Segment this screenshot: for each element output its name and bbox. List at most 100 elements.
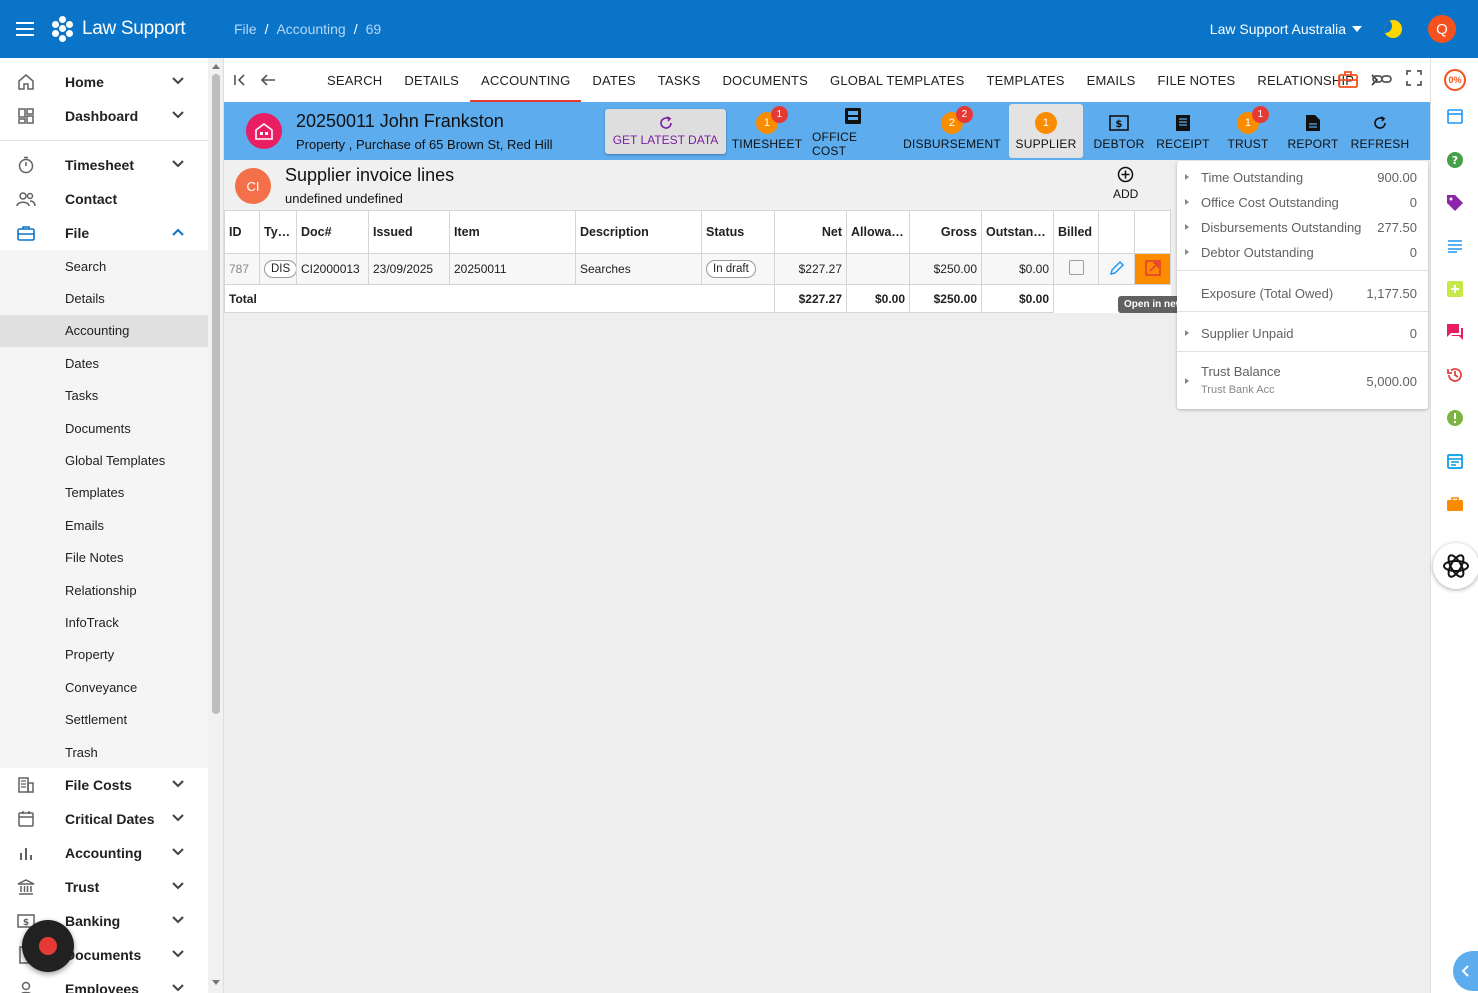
office-cost-button[interactable]: OFFICE COST xyxy=(812,102,894,160)
tab-tasks[interactable]: TASKS xyxy=(647,58,712,102)
summary-supplier-unpaid[interactable]: Supplier Unpaid 0 xyxy=(1177,324,1428,342)
submenu-accounting[interactable]: Accounting xyxy=(0,314,208,348)
submenu-conveyance[interactable]: Conveyance xyxy=(0,671,208,703)
menu-icon[interactable] xyxy=(0,22,50,36)
add-button[interactable]: ADD xyxy=(1113,166,1138,201)
column-header-outstanding[interactable]: Outstand... xyxy=(981,210,1054,254)
add-note-icon[interactable] xyxy=(1445,279,1465,299)
column-header-gross[interactable]: Gross xyxy=(909,210,982,254)
tab-accounting[interactable]: ACCOUNTING xyxy=(470,58,582,102)
alert-badge-icon[interactable] xyxy=(1445,408,1465,428)
collapse-rail-button[interactable] xyxy=(1453,951,1478,991)
summary-trust-balance[interactable]: Trust Balance Trust Bank Acc 5,000.00 xyxy=(1177,363,1428,399)
get-latest-data-button[interactable]: GET LATEST DATA xyxy=(605,109,726,154)
summary-disbursements-outstanding[interactable]: Disbursements Outstanding 277.50 xyxy=(1177,218,1428,236)
table-row[interactable]: 787 DIS CI2000013 23/09/2025 20250011 Se… xyxy=(224,253,1171,285)
tag-icon[interactable] xyxy=(1445,193,1465,213)
tab-documents[interactable]: DOCUMENTS xyxy=(711,58,819,102)
column-header-type[interactable]: Type xyxy=(259,210,297,254)
report-button[interactable]: REPORT xyxy=(1284,102,1342,160)
summary-time-outstanding[interactable]: Time Outstanding 900.00 xyxy=(1177,168,1428,186)
calendar-icon[interactable] xyxy=(1445,106,1465,126)
sidebar-item-employees[interactable]: Employees xyxy=(0,972,208,993)
refresh-button[interactable]: REFRESH xyxy=(1350,102,1410,160)
submenu-file-notes[interactable]: File Notes xyxy=(0,542,208,574)
supplier-button[interactable]: 1 SUPPLIER xyxy=(1009,104,1083,158)
submenu-settlement[interactable]: Settlement xyxy=(0,703,208,735)
column-header-allowance[interactable]: Allowan... xyxy=(846,210,910,254)
progress-percent-icon[interactable]: 0% xyxy=(1444,69,1466,91)
submenu-dates[interactable]: Dates xyxy=(0,347,208,379)
help-icon[interactable]: ? xyxy=(1445,150,1465,170)
timesheet-button[interactable]: 11 TIMESHEET xyxy=(731,102,803,160)
notes-icon[interactable] xyxy=(1445,236,1465,256)
tab-global-templates[interactable]: GLOBAL TEMPLATES xyxy=(819,58,975,102)
first-page-icon[interactable] xyxy=(230,73,250,87)
submenu-details[interactable]: Details xyxy=(0,282,208,314)
trust-button[interactable]: 11 TRUST xyxy=(1221,102,1275,160)
briefcase-icon[interactable] xyxy=(1445,494,1465,514)
app-logo[interactable]: Law Support xyxy=(50,16,234,42)
fullscreen-icon[interactable] xyxy=(1406,70,1422,91)
summary-debtor-outstanding[interactable]: Debtor Outstanding 0 xyxy=(1177,243,1428,261)
sidebar-item-home[interactable]: Home xyxy=(0,65,208,99)
toolbox-icon[interactable] xyxy=(1338,70,1358,91)
edit-button[interactable] xyxy=(1098,253,1135,285)
sidebar-item-timesheet[interactable]: Timesheet xyxy=(0,148,208,182)
submenu-relationship[interactable]: Relationship xyxy=(0,574,208,606)
submenu-templates[interactable]: Templates xyxy=(0,477,208,509)
chevron-down-icon xyxy=(172,814,184,822)
org-selector[interactable]: Law Support Australia xyxy=(1210,21,1362,37)
billed-checkbox[interactable] xyxy=(1068,260,1084,275)
tab-templates[interactable]: TEMPLATES xyxy=(976,58,1076,102)
column-header-doc[interactable]: Doc# xyxy=(296,210,369,254)
breadcrumb-accounting[interactable]: Accounting xyxy=(276,21,345,37)
summary-office-cost-outstanding[interactable]: Office Cost Outstanding 0 xyxy=(1177,193,1428,211)
column-header-net[interactable]: Net xyxy=(774,210,847,254)
history-icon[interactable] xyxy=(1445,365,1465,385)
receipt-button[interactable]: RECEIPT xyxy=(1155,102,1211,160)
column-header-id[interactable]: ID xyxy=(224,210,260,254)
sidebar-item-accounting[interactable]: Accounting xyxy=(0,836,208,870)
dark-mode-icon[interactable] xyxy=(1384,20,1402,38)
record-button[interactable] xyxy=(22,920,74,972)
tab-emails[interactable]: EMAILS xyxy=(1076,58,1147,102)
chat-icon[interactable] xyxy=(1445,322,1465,342)
sidebar-item-dashboard[interactable]: Dashboard xyxy=(0,99,208,133)
debtor-button[interactable]: $ DEBTOR xyxy=(1091,102,1147,160)
link-icon[interactable] xyxy=(1372,70,1392,91)
submenu-trash[interactable]: Trash xyxy=(0,736,208,768)
column-header-billed[interactable]: Billed xyxy=(1053,210,1099,254)
column-header-status[interactable]: Status xyxy=(701,210,775,254)
scroll-up-arrow-icon[interactable] xyxy=(212,64,220,69)
back-arrow-icon[interactable] xyxy=(258,73,278,87)
submenu-search[interactable]: Search xyxy=(0,250,208,282)
column-header-issued[interactable]: Issued xyxy=(368,210,450,254)
submenu-infotrack[interactable]: InfoTrack xyxy=(0,606,208,638)
tab-details[interactable]: DETAILS xyxy=(393,58,470,102)
sidebar-item-file-costs[interactable]: File Costs xyxy=(0,768,208,802)
sidebar-item-contact[interactable]: Contact xyxy=(0,182,208,216)
disbursement-button[interactable]: 22 DISBURSEMENT xyxy=(903,102,1001,160)
submenu-property[interactable]: Property xyxy=(0,639,208,671)
ai-assistant-button[interactable] xyxy=(1433,543,1478,589)
column-header-description[interactable]: Description xyxy=(575,210,702,254)
event-icon[interactable] xyxy=(1445,451,1465,471)
open-in-new-button[interactable] xyxy=(1134,253,1171,285)
column-header-item[interactable]: Item xyxy=(449,210,576,254)
tab-search[interactable]: SEARCH xyxy=(316,58,393,102)
sidebar-item-file[interactable]: File xyxy=(0,216,208,250)
breadcrumb-file[interactable]: File xyxy=(234,21,257,37)
sidebar-item-critical-dates[interactable]: Critical Dates xyxy=(0,802,208,836)
scrollbar-thumb[interactable] xyxy=(212,74,220,714)
tab-dates[interactable]: DATES xyxy=(581,58,646,102)
submenu-global-templates[interactable]: Global Templates xyxy=(0,444,208,476)
scroll-down-arrow-icon[interactable] xyxy=(212,980,220,985)
submenu-emails[interactable]: Emails xyxy=(0,509,208,541)
sidebar-item-trust[interactable]: Trust xyxy=(0,870,208,904)
sidebar-scrollbar[interactable] xyxy=(208,58,224,993)
submenu-documents[interactable]: Documents xyxy=(0,412,208,444)
tab-file-notes[interactable]: FILE NOTES xyxy=(1147,58,1247,102)
submenu-tasks[interactable]: Tasks xyxy=(0,380,208,412)
user-avatar[interactable]: Q xyxy=(1428,15,1456,43)
